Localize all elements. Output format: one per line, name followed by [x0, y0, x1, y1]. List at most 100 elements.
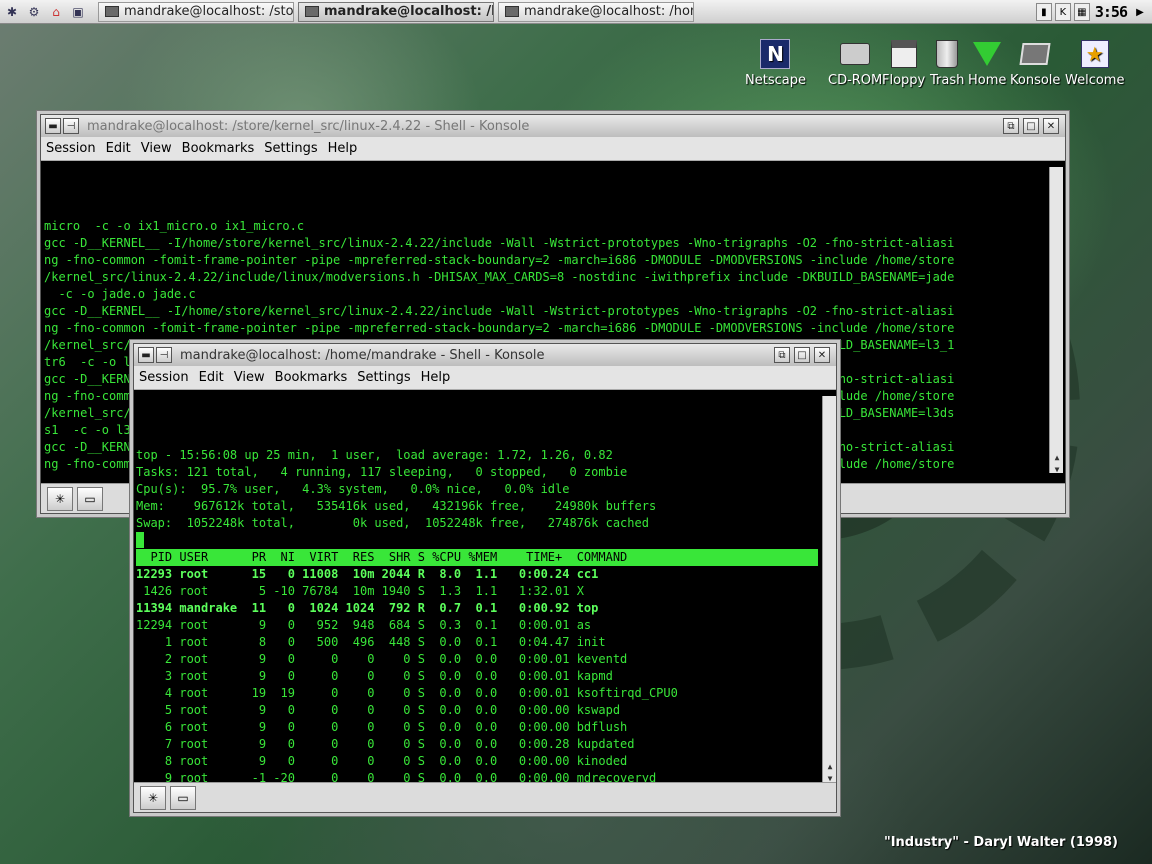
new-session-icon[interactable]: ✳: [47, 486, 73, 511]
menu-edit[interactable]: Edit: [194, 370, 229, 385]
top-summary-line: top - 15:56:08 up 25 min, 1 user, load a…: [136, 448, 613, 462]
task-label: mandrake@localhost: /stor: [124, 4, 294, 19]
top-summary-line: Mem: 967612k total, 535416k used, 432196…: [136, 499, 657, 513]
konsole-icon: [305, 6, 319, 17]
kmenu-icon[interactable]: ✱: [2, 2, 22, 22]
titlebar[interactable]: ▬ ⊣ mandrake@localhost: /home/mandrake -…: [134, 344, 836, 366]
settings-icon[interactable]: ⚙: [24, 2, 44, 22]
desktop-icon-welcome[interactable]: ★ Welcome: [1065, 38, 1124, 88]
menu-help[interactable]: Help: [416, 370, 456, 385]
top-command-line: [136, 532, 836, 549]
terminal-line: micro -c -o ix1_micro.o ix1_micro.c: [44, 219, 305, 233]
process-row: 5 root 9 0 0 0 0 S 0.0 0.0 0:00.00 kswap…: [136, 703, 621, 717]
desktop-icon-cd-rom[interactable]: CD-ROM: [828, 38, 882, 88]
window-title: mandrake@localhost: /store/kernel_src/li…: [87, 118, 530, 134]
process-row: 1426 root 5 -10 76784 10m 1940 S 1.3 1.1…: [136, 584, 584, 598]
desktop-icon-label: Netscape: [745, 73, 806, 88]
restore-icon[interactable]: ⧉: [1003, 118, 1019, 134]
menubar: Session Edit View Bookmarks Settings Help: [41, 137, 1065, 161]
pager-icon[interactable]: ▮: [1035, 3, 1052, 21]
menu-view[interactable]: View: [229, 370, 270, 385]
terminal-output[interactable]: ▲ ▼ top - 15:56:08 up 25 min, 1 user, lo…: [136, 396, 836, 782]
menu-help[interactable]: Help: [323, 141, 363, 156]
welcome-icon: ★: [1079, 38, 1111, 70]
clock[interactable]: 3:56: [1093, 3, 1129, 21]
konsole-icon: [505, 6, 519, 17]
menu-session[interactable]: Session: [41, 141, 101, 156]
scroll-down-icon[interactable]: ▼: [1050, 461, 1063, 473]
process-row: 1 root 8 0 500 496 448 S 0.0 0.1 0:04.47…: [136, 635, 606, 649]
menu-bookmarks[interactable]: Bookmarks: [270, 370, 353, 385]
wallpaper-caption: "Industry" - Daryl Walter (1998): [883, 835, 1118, 850]
pin-icon[interactable]: ⊣: [63, 118, 79, 134]
desktop-icon-konsole[interactable]: Konsole: [1010, 38, 1060, 88]
process-row: 3 root 9 0 0 0 0 S 0.0 0.0 0:00.01 kapmd: [136, 669, 613, 683]
netscape-icon: N: [759, 38, 791, 70]
desktop-icon-label: Konsole: [1010, 73, 1061, 88]
home-icon[interactable]: ⌂: [46, 2, 66, 22]
floppy-icon: [888, 38, 920, 70]
maximize-icon[interactable]: □: [1023, 118, 1039, 134]
top-summary-line: Cpu(s): 95.7% user, 4.3% system, 0.0% ni…: [136, 482, 570, 496]
close-icon[interactable]: ✕: [1043, 118, 1059, 134]
window-menu-icon[interactable]: ▬: [138, 347, 154, 363]
titlebar[interactable]: ▬ ⊣ mandrake@localhost: /store/kernel_sr…: [41, 115, 1065, 137]
taskbar-task-1[interactable]: mandrake@localhost: /l: [298, 1, 494, 22]
session-tab-icon[interactable]: ▭: [170, 785, 196, 810]
cdrom-icon: [839, 38, 871, 70]
desktop-icon-label: CD-ROM: [828, 73, 883, 88]
desktop-icon[interactable]: ▣: [68, 2, 88, 22]
menu-bookmarks[interactable]: Bookmarks: [177, 141, 260, 156]
process-row: 2 root 9 0 0 0 0 S 0.0 0.0 0:00.01 keven…: [136, 652, 628, 666]
desktop-icon-floppy[interactable]: Floppy: [882, 38, 925, 88]
scrollbar[interactable]: ▲ ▼: [822, 396, 836, 782]
process-row: 12293 root 15 0 11008 10m 2044 R 8.0 1.1…: [136, 567, 599, 581]
terminal-line: /kernel_src/linux-2.4.22/include/linux/m…: [44, 270, 955, 284]
top-summary-line: Tasks: 121 total, 4 running, 117 sleepin…: [136, 465, 628, 479]
taskbar: ✱ ⚙ ⌂ ▣ mandrake@localhost: /stor mandrak…: [0, 0, 1152, 24]
window-menu-icon[interactable]: ▬: [45, 118, 61, 134]
taskbar-task-2[interactable]: mandrake@localhost: /hom: [498, 1, 694, 22]
menu-settings[interactable]: Settings: [259, 141, 322, 156]
desktop-icon-label: Trash: [930, 73, 965, 88]
menu-edit[interactable]: Edit: [101, 141, 136, 156]
trash-icon: [931, 38, 963, 70]
klipper-icon[interactable]: K: [1054, 3, 1071, 21]
maximize-icon[interactable]: □: [794, 347, 810, 363]
system-tray: ▮ K ▦ 3:56 ▶: [1035, 0, 1152, 24]
process-row: 9 root -1 -20 0 0 0 S 0.0 0.0 0:00.00 md…: [136, 771, 657, 782]
restore-icon[interactable]: ⧉: [774, 347, 790, 363]
terminal-line: gcc -D__KERNEL__ -I/home/store/kernel_sr…: [44, 236, 955, 250]
process-row: 11394 mandrake 11 0 1024 1024 792 R 0.7 …: [136, 601, 599, 615]
desktop-icon-netscape[interactable]: N Netscape: [745, 38, 806, 88]
process-row: 4 root 19 19 0 0 0 S 0.0 0.0 0:00.01 kso…: [136, 686, 678, 700]
pin-icon[interactable]: ⊣: [156, 347, 172, 363]
desktop-icon-label: Floppy: [882, 73, 926, 88]
menu-session[interactable]: Session: [134, 370, 194, 385]
scroll-up-icon[interactable]: ▲: [1050, 449, 1063, 462]
top-summary-line: Swap: 1052248k total, 0k used, 1052248k …: [136, 516, 649, 530]
desktop-icon-home[interactable]: Home: [968, 38, 1006, 88]
menu-view[interactable]: View: [136, 141, 177, 156]
terminal-line: -c -o jade.o jade.c: [44, 287, 196, 301]
new-session-icon[interactable]: ✳: [140, 785, 166, 810]
menubar: Session Edit View Bookmarks Settings Help: [134, 366, 836, 390]
session-tabs: ✳ ▭: [134, 782, 836, 812]
terminal-line: ng -fno-common -fomit-frame-pointer -pip…: [44, 253, 955, 267]
scroll-down-icon[interactable]: ▼: [823, 770, 836, 782]
taskbar-task-0[interactable]: mandrake@localhost: /stor: [98, 1, 294, 22]
session-tab-icon[interactable]: ▭: [77, 486, 103, 511]
scroll-up-icon[interactable]: ▲: [823, 758, 836, 771]
desktop-icon-label: Welcome: [1065, 73, 1125, 88]
scrollbar[interactable]: ▲ ▼: [1049, 167, 1063, 473]
desktop-icon-trash[interactable]: Trash: [930, 38, 964, 88]
process-row: 8 root 9 0 0 0 0 S 0.0 0.0 0:00.00 kinod…: [136, 754, 628, 768]
expand-arrow-icon[interactable]: ▶: [1132, 3, 1148, 21]
konsole-window-home[interactable]: ▬ ⊣ mandrake@localhost: /home/mandrake -…: [133, 343, 837, 813]
close-icon[interactable]: ✕: [814, 347, 830, 363]
calendar-icon[interactable]: ▦: [1073, 3, 1090, 21]
process-row: 7 root 9 0 0 0 0 S 0.0 0.0 0:00.28 kupda…: [136, 737, 635, 751]
terminal-line: gcc -D__KERNEL__ -I/home/store/kernel_sr…: [44, 304, 955, 318]
task-label: mandrake@localhost: /hom: [524, 4, 694, 19]
menu-settings[interactable]: Settings: [352, 370, 415, 385]
